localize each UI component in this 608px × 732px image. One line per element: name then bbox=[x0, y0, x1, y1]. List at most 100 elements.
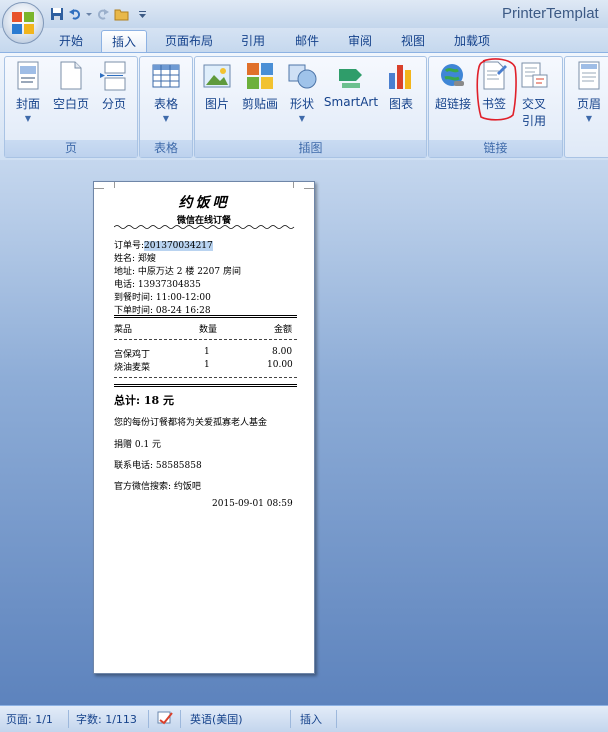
corner-mark bbox=[293, 182, 304, 188]
chevron-down-icon: ▼ bbox=[24, 114, 32, 123]
blank-page-label: 空白页 bbox=[52, 97, 89, 111]
save-icon[interactable] bbox=[50, 7, 64, 21]
blank-page-button[interactable]: 空白页 bbox=[49, 61, 93, 112]
tab-home[interactable]: 开始 bbox=[50, 30, 92, 52]
smartart-button[interactable]: SmartArt bbox=[323, 61, 379, 109]
title-bar: PrinterTemplat bbox=[0, 0, 608, 28]
tab-addins[interactable]: 加载项 bbox=[444, 30, 500, 52]
office-button[interactable] bbox=[2, 2, 44, 44]
shapes-button[interactable]: 形状 ▼ bbox=[285, 61, 319, 123]
page-break-button[interactable]: 分页 bbox=[97, 61, 131, 112]
header-label: 页眉 bbox=[576, 97, 601, 111]
status-page[interactable]: 页面: 1/1 bbox=[6, 711, 53, 727]
chart-icon bbox=[386, 61, 416, 91]
order-number-value[interactable]: 201370034217 bbox=[144, 241, 213, 251]
picture-icon bbox=[202, 61, 232, 91]
clip-art-label: 剪贴画 bbox=[241, 97, 278, 111]
print-datetime: 2015-09-01 08:59 bbox=[212, 499, 293, 509]
status-separator bbox=[180, 710, 181, 728]
table-icon bbox=[151, 61, 181, 91]
table-label: 表格 bbox=[153, 97, 178, 111]
cross-reference-button[interactable]: 交叉 引用 bbox=[517, 61, 551, 129]
order-number-row: 订单号:201370034217 bbox=[114, 238, 213, 251]
undo-dropdown-icon[interactable] bbox=[86, 7, 92, 21]
blank-page-icon bbox=[56, 61, 86, 91]
clip-art-button[interactable]: 剪贴画 bbox=[239, 61, 281, 112]
shapes-label: 形状 bbox=[289, 97, 314, 111]
divider bbox=[114, 384, 297, 385]
col-header-amount: 金额 bbox=[274, 325, 293, 335]
tab-mailings[interactable]: 邮件 bbox=[286, 30, 328, 52]
item-name: 宫保鸡丁 bbox=[114, 350, 151, 360]
col-header-qty: 数量 bbox=[199, 325, 218, 335]
status-language[interactable]: 英语(美国) bbox=[190, 711, 243, 727]
group-tables-label: 表格 bbox=[140, 140, 192, 157]
proofing-icon[interactable] bbox=[156, 710, 174, 729]
tab-insert[interactable]: 插入 bbox=[101, 30, 147, 53]
undo-icon[interactable] bbox=[68, 7, 82, 21]
window-title: PrinterTemplat bbox=[502, 5, 599, 22]
group-links: 超链接 书签 交叉 引用 链接 bbox=[428, 56, 563, 158]
chart-button[interactable]: 图表 bbox=[383, 61, 419, 112]
page-break-label: 分页 bbox=[101, 97, 126, 111]
header-icon bbox=[574, 61, 604, 91]
group-pages: 封面 ▼ 空白页 分页 页 bbox=[4, 56, 138, 158]
picture-label: 图片 bbox=[204, 97, 229, 111]
tab-references[interactable]: 引用 bbox=[232, 30, 274, 52]
ribbon-tabs: 开始 插入 页面布局 引用 邮件 审阅 视图 加载项 bbox=[0, 28, 608, 53]
status-bar: 页面: 1/1 字数: 1/113 英语(美国) 插入 bbox=[0, 705, 608, 732]
hyperlink-button[interactable]: 超链接 bbox=[432, 61, 474, 112]
cover-page-icon bbox=[13, 61, 43, 91]
tab-page-layout[interactable]: 页面布局 bbox=[157, 30, 221, 52]
group-illustrations-label: 插图 bbox=[195, 140, 426, 157]
document-area[interactable]: 约饭吧 微信在线订餐 订单号:201370034217 姓名: 郑嫂 地址: 中… bbox=[0, 160, 608, 705]
status-word-count[interactable]: 字数: 1/113 bbox=[76, 711, 137, 727]
wechat-search: 官方微信搜索: 约饭吧 bbox=[114, 482, 201, 492]
group-tables: 表格 ▼ 表格 bbox=[139, 56, 193, 158]
tab-view[interactable]: 视图 bbox=[392, 30, 434, 52]
status-separator bbox=[68, 710, 69, 728]
status-insert-mode[interactable]: 插入 bbox=[300, 711, 322, 727]
office-logo-icon bbox=[12, 12, 34, 34]
redo-icon[interactable] bbox=[96, 7, 110, 21]
contact-phone: 联系电话: 58585858 bbox=[114, 461, 202, 471]
status-separator bbox=[148, 710, 149, 728]
ribbon: 封面 ▼ 空白页 分页 页 表格 ▼ 表格 图片 剪贴画 形状 ▼ SmartA… bbox=[0, 52, 608, 161]
item-amount: 10.00 bbox=[267, 360, 293, 370]
quick-access-toolbar bbox=[50, 5, 148, 23]
highlight-ellipse bbox=[476, 58, 517, 121]
tab-review[interactable]: 审阅 bbox=[339, 30, 381, 52]
smartart-icon bbox=[336, 61, 366, 91]
item-qty: 1 bbox=[204, 360, 210, 370]
chevron-down-icon: ▼ bbox=[298, 114, 306, 123]
chevron-down-icon: ▼ bbox=[162, 114, 170, 123]
open-folder-icon[interactable] bbox=[114, 7, 130, 21]
document-page[interactable]: 约饭吧 微信在线订餐 订单号:201370034217 姓名: 郑嫂 地址: 中… bbox=[93, 181, 315, 674]
group-header-footer: 页眉 ▼ bbox=[564, 56, 608, 158]
item-amount: 8.00 bbox=[272, 347, 293, 357]
header-button[interactable]: 页眉 ▼ bbox=[571, 61, 607, 123]
divider bbox=[114, 317, 297, 318]
customize-toolbar-icon[interactable] bbox=[138, 7, 148, 21]
smartart-label: SmartArt bbox=[323, 95, 379, 109]
cover-page-button[interactable]: 封面 ▼ bbox=[11, 61, 45, 123]
hyperlink-label: 超链接 bbox=[434, 97, 471, 111]
order-total: 总计: 18 元 bbox=[114, 394, 175, 407]
divider bbox=[114, 386, 297, 387]
receipt-title: 约饭吧 bbox=[178, 195, 230, 211]
delivery-time: 到餐时间: 11:00-12:00 bbox=[114, 293, 211, 303]
wavy-divider bbox=[114, 225, 295, 229]
shapes-icon bbox=[287, 61, 317, 91]
picture-button[interactable]: 图片 bbox=[199, 61, 235, 112]
cross-reference-label-1: 交叉 bbox=[521, 97, 546, 111]
group-pages-label: 页 bbox=[5, 140, 137, 157]
dashed-divider bbox=[114, 377, 297, 378]
status-separator bbox=[290, 710, 291, 728]
globe-link-icon bbox=[438, 61, 468, 91]
status-separator bbox=[336, 710, 337, 728]
chevron-down-icon: ▼ bbox=[585, 114, 593, 123]
customer-address: 地址: 中原万达 2 楼 2207 房间 bbox=[114, 267, 241, 277]
col-header-dish: 菜品 bbox=[114, 325, 133, 335]
dashed-divider bbox=[114, 339, 297, 340]
table-button[interactable]: 表格 ▼ bbox=[147, 61, 185, 123]
